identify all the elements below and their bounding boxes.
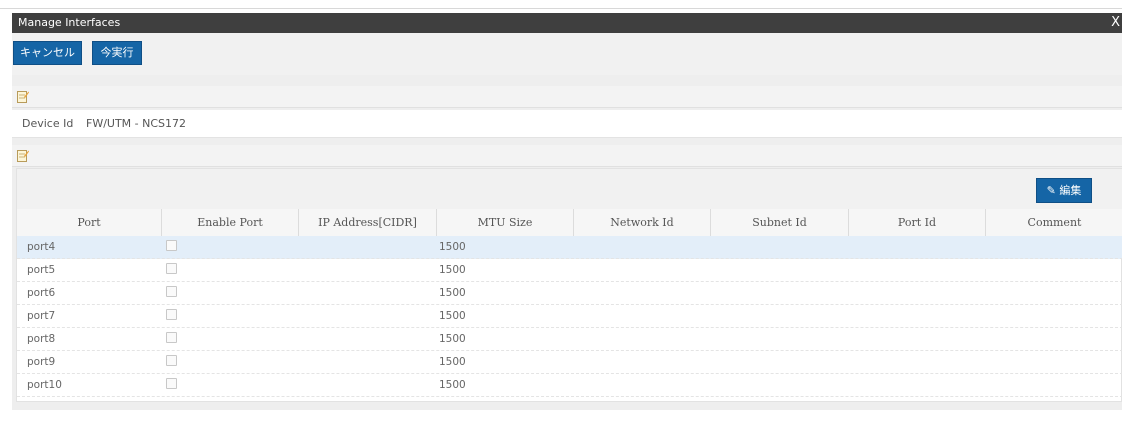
table-row[interactable]: port6 1500 <box>17 282 1122 305</box>
table-row[interactable]: port8 1500 <box>17 328 1122 351</box>
table-row[interactable]: port10 1500 <box>17 374 1122 397</box>
device-section-header <box>12 86 1122 108</box>
dialog-titlebar: Manage Interfaces X <box>12 13 1122 33</box>
device-id-value: FW/UTM - NCS172 <box>86 117 187 130</box>
col-enable-port-header[interactable]: Enable Port <box>162 209 299 236</box>
enable-port-checkbox[interactable] <box>166 378 177 389</box>
close-icon[interactable]: X <box>1111 15 1120 30</box>
grid-toolbar: ✎ 編集 <box>17 169 1122 209</box>
enable-port-checkbox[interactable] <box>166 263 177 274</box>
edit-note-icon <box>17 91 29 103</box>
grid-header: Port Enable Port IP Address[CIDR] MTU Size N… <box>17 209 1122 237</box>
device-id-row: Device Id FW/UTM - NCS172 <box>12 110 1122 138</box>
table-row[interactable]: port7 1500 <box>17 305 1122 328</box>
port-cell: port9 <box>27 356 56 368</box>
port-cell: port7 <box>27 310 56 322</box>
port-cell: port4 <box>27 241 56 253</box>
table-row[interactable]: port9 1500 <box>17 351 1122 374</box>
mtu-cell: 1500 <box>439 264 466 276</box>
enable-port-checkbox[interactable] <box>166 355 177 366</box>
table-row[interactable]: port5 1500 <box>17 259 1122 282</box>
interfaces-grid: ✎ 編集 Port Enable Port IP Address[CIDR] MTU … <box>16 168 1122 402</box>
enable-port-checkbox[interactable] <box>166 332 177 343</box>
mtu-cell: 1500 <box>439 356 466 368</box>
mtu-cell: 1500 <box>439 333 466 345</box>
col-ip-address-header[interactable]: IP Address[CIDR] <box>299 209 437 236</box>
col-port-header[interactable]: Port <box>17 209 162 236</box>
port-cell: port10 <box>27 379 62 391</box>
col-subnet-id-header[interactable]: Subnet Id <box>711 209 849 236</box>
mtu-cell: 1500 <box>439 241 466 253</box>
col-port-id-header[interactable]: Port Id <box>849 209 986 236</box>
mtu-cell: 1500 <box>439 379 466 391</box>
enable-port-checkbox[interactable] <box>166 240 177 251</box>
table-row[interactable]: port4 1500 <box>17 236 1122 259</box>
col-mtu-size-header[interactable]: MTU Size <box>437 209 574 236</box>
edit-button[interactable]: ✎ 編集 <box>1036 178 1092 203</box>
dialog-toolbar: キャンセル 今実行 <box>12 33 1122 75</box>
port-cell: port6 <box>27 287 56 299</box>
top-divider <box>0 0 1122 9</box>
edit-note-icon <box>17 150 29 162</box>
interfaces-section-header <box>12 145 1122 167</box>
enable-port-checkbox[interactable] <box>166 286 177 297</box>
dialog-title: Manage Interfaces <box>18 16 121 29</box>
enable-port-checkbox[interactable] <box>166 309 177 320</box>
port-cell: port5 <box>27 264 56 276</box>
mtu-cell: 1500 <box>439 310 466 322</box>
device-id-label: Device Id <box>22 117 74 130</box>
col-network-id-header[interactable]: Network Id <box>574 209 711 236</box>
col-comment-header[interactable]: Comment <box>986 209 1122 236</box>
mtu-cell: 1500 <box>439 287 466 299</box>
port-cell: port8 <box>27 333 56 345</box>
cancel-button[interactable]: キャンセル <box>13 41 82 65</box>
execute-button[interactable]: 今実行 <box>92 41 142 65</box>
